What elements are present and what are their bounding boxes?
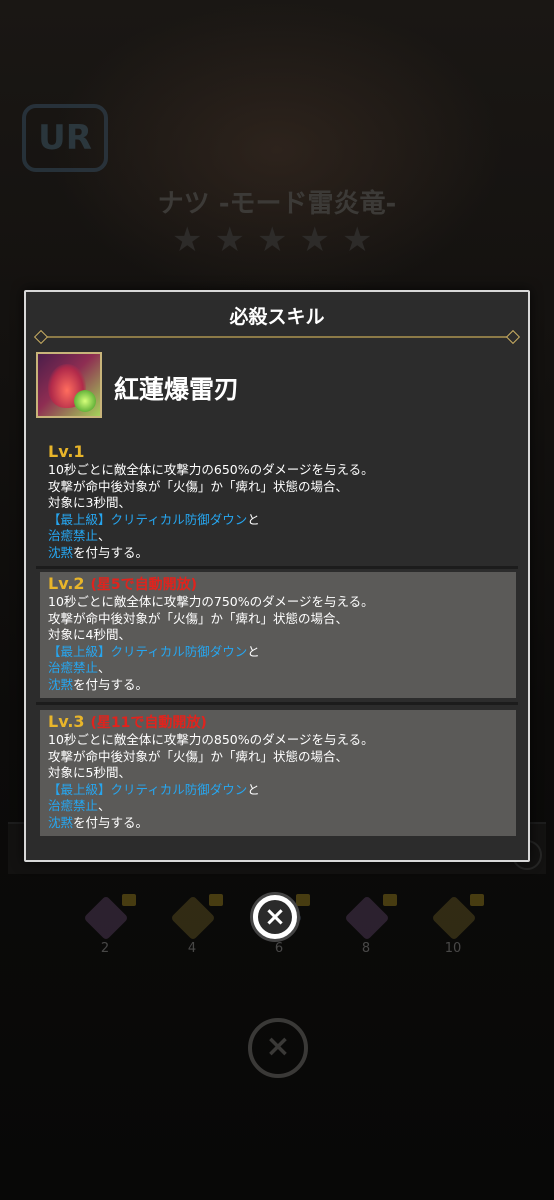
level-label: Lv.1 [48,442,85,461]
character-name: ナツ -モード雷炎竜- [157,189,397,219]
level-separator [36,566,518,569]
rarity-badge: UR [22,104,108,172]
awaken-slot: 4 [157,890,227,958]
desc-line: 攻撃が命中後対象が「火傷」か「痺れ」状態の場合、 [48,478,349,494]
awaken-slot: 2 [70,890,140,958]
star-icon: ★ [172,220,203,260]
level-separator [36,702,518,705]
level-heading: Lv.1 [48,442,85,461]
lock-icon [383,894,397,906]
awaken-star-count: 10 [444,941,462,956]
close-button[interactable]: × [250,892,300,942]
desc-line: 10秒ごとに敵全体に攻撃力の850%のダメージを与える。 [48,732,374,747]
debuff-name: 【最上級】クリティカル防御ダウン [48,643,248,659]
debuff-name: 治癒禁止 [48,798,99,813]
level-heading: Lv.3 (星11で自動開放) [48,712,207,732]
lock-icon [122,894,136,906]
desc-line: 【最上級】クリティカル防御ダウンと [48,782,510,799]
awaken-slot: 8 [331,890,401,958]
star-icon: ★ [256,220,288,260]
special-skill-modal: 必殺スキル 紅蓮爆雷刃 Lv.1 10秒ごとに敵全体に攻撃力の650%のダメージ… [24,290,530,862]
skill-level-3: Lv.3 (星11で自動開放) 10秒ごとに敵全体に攻撃力の850%のダメージを与… [40,710,516,836]
desc-text: と [247,511,260,527]
desc-text: を付与する。 [73,814,149,830]
awaken-slot: 10 [418,890,488,958]
desc-line: 対象に5秒間、 [48,765,131,780]
desc-text: を付与する。 [73,544,149,560]
unlock-condition: (星11で自動開放) [90,715,207,731]
desc-line: 攻撃が命中後対象が「火傷」か「痺れ」状態の場合、 [48,748,349,764]
debuff-name: 治癒禁止 [48,528,99,543]
desc-line: 10秒ごとに敵全体に攻撃力の650%のダメージを与える。 [48,462,374,477]
skill-level-2: Lv.2 (星5で自動開放) 10秒ごとに敵全体に攻撃力の750%のダメージを与え… [40,572,516,698]
skill-icon [36,352,102,418]
awaken-star-count: 2 [100,941,110,956]
lock-icon [209,894,223,906]
debuff-name: 沈黙 [48,544,74,560]
title-divider [38,336,516,338]
modal-title: 必殺スキル [229,306,325,328]
skill-level-1: Lv.1 10秒ごとに敵全体に攻撃力の650%のダメージを与える。 攻撃が命中後… [40,440,516,561]
desc-line: 攻撃が命中後対象が「火傷」か「痺れ」状態の場合、 [48,610,349,626]
debuff-name: 治癒禁止 [48,660,99,675]
desc-text: と [247,643,260,659]
lock-icon [470,894,484,906]
desc-line: 【最上級】クリティカル防御ダウンと [48,644,510,661]
lock-icon [296,894,310,906]
desc-line: 沈黙を付与する。 [48,677,510,694]
unlock-condition: (星5で自動開放) [90,577,198,593]
desc-text: 、 [98,528,111,543]
debuff-name: 沈黙 [48,676,74,692]
desc-line: 沈黙を付与する。 [48,545,510,562]
desc-text: を付与する。 [73,676,149,692]
desc-line: 【最上級】クリティカル防御ダウンと [48,512,510,529]
star-icon: ★ [214,220,245,260]
desc-line: 治癒禁止、 [48,528,510,545]
star-rating: ★ ★ ★ ★ ★ [172,222,372,258]
desc-line: 10秒ごとに敵全体に攻撃力の750%のダメージを与える。 [48,594,374,609]
star-icon: ★ [341,220,373,260]
awaken-star-count: 8 [361,941,371,956]
close-icon: × [258,900,292,934]
desc-line: 対象に3秒間、 [48,495,131,510]
desc-text: と [247,781,260,797]
level-label: Lv.2 [48,574,85,593]
level-heading: Lv.2 (星5で自動開放) [48,574,197,594]
green-orb-icon [74,390,96,412]
awaken-star-count: 6 [274,941,284,956]
background-close-icon: × [248,1018,308,1078]
level-label: Lv.3 [48,712,85,731]
debuff-name: 【最上級】クリティカル防御ダウン [48,511,248,527]
desc-line: 治癒禁止、 [48,798,510,815]
desc-line: 沈黙を付与する。 [48,815,510,832]
desc-text: 、 [98,798,111,813]
level-description: 10秒ごとに敵全体に攻撃力の750%のダメージを与える。 攻撃が命中後対象が「火… [48,594,510,693]
star-icon: ★ [299,220,330,260]
level-description: 10秒ごとに敵全体に攻撃力の850%のダメージを与える。 攻撃が命中後対象が「火… [48,732,510,831]
desc-line: 対象に4秒間、 [48,627,131,642]
debuff-name: 【最上級】クリティカル防御ダウン [48,781,248,797]
desc-line: 治癒禁止、 [48,660,510,677]
desc-text: 、 [98,660,111,675]
awaken-star-count: 4 [187,941,197,956]
skill-name: 紅蓮爆雷刃 [114,375,240,404]
debuff-name: 沈黙 [48,814,74,830]
level-description: 10秒ごとに敵全体に攻撃力の650%のダメージを与える。 攻撃が命中後対象が「火… [48,462,510,561]
